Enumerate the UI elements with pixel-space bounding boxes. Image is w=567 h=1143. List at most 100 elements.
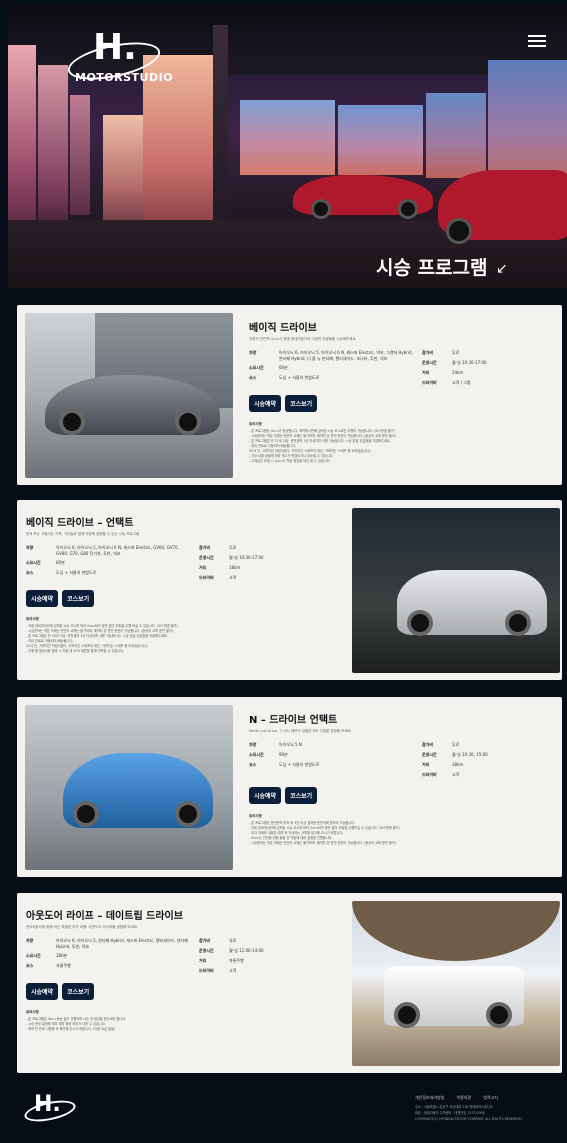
label-course: 코스	[249, 375, 257, 380]
label-fee: 참가비	[199, 938, 211, 943]
value-distance: 38km	[452, 762, 464, 767]
label-hours: 운영시간	[422, 360, 437, 365]
value-driver: 고객	[452, 772, 460, 777]
value-course: 도심 + 서울의 한밤도로	[56, 570, 97, 575]
label-fee: 참가비	[199, 545, 211, 550]
label-car: 차량	[26, 938, 34, 943]
value-fee: 무료	[452, 350, 460, 355]
reserve-button[interactable]: 시승예약	[249, 787, 282, 804]
notice-title: 유의사항	[249, 814, 262, 818]
program-photo	[25, 313, 233, 478]
label-duration: 소요시간	[249, 752, 264, 757]
program-subtitle: 한적 또는 사람이는 가족, 가인들과 함께 차량에 집중할 수 있는 시승 프…	[26, 532, 140, 536]
notice-item: - 주행 중 응급사항 발생 시 차량 내 SOS 버튼을 통해 연락할 수 있…	[26, 649, 125, 653]
notice-title: 유의사항	[249, 422, 262, 426]
notice-list: - 본 프로그램은 Guru 동승 없이 진행되며 시승 전 점검을 받으셔야 …	[26, 1017, 326, 1032]
footer-logo[interactable]: H.	[22, 1092, 78, 1126]
notice-list: - 본 프로그램은 운전면허 취득 후 3년 이상 경과한 운전자에 한하여 가…	[249, 821, 549, 846]
logo-letter: H.	[34, 1092, 61, 1117]
footer-line: COPYRIGHT(C) HYUNDAI MOTOR COMPANY. ALL …	[415, 1117, 523, 1121]
course-view-button[interactable]: 코스보기	[285, 787, 318, 804]
label-duration: 소요시간	[26, 560, 41, 565]
hero-display-panel	[426, 93, 486, 178]
footer-link-legal[interactable]: 법적고지	[483, 1095, 498, 1101]
program-title: 베이직 드라이브	[249, 323, 317, 334]
reserve-button[interactable]: 시승예약	[26, 590, 59, 607]
value-hours: 월-일 10:30-17:00	[229, 555, 264, 560]
program-card: 아웃도어 라이프 – 데이트립 드라이브 현대자동차와 함께 하는 특별한 하루…	[17, 893, 562, 1073]
value-fee: 무료	[229, 545, 237, 550]
value-fee: 유료	[229, 938, 237, 943]
label-distance: 거리	[199, 958, 207, 963]
program-info: 베이직 드라이브 차종의 전반적 Guru가 함께 현대자동차의 다양한 차량들…	[249, 319, 549, 464]
label-distance: 거리	[199, 565, 207, 570]
car-image	[63, 753, 213, 828]
course-view-button[interactable]: 코스보기	[285, 395, 318, 412]
program-photo	[352, 508, 560, 673]
notice-item: - 고객님은 요청 시 Guru가 차량 점검을 대신 할 수 있습니다.	[249, 459, 331, 463]
program-info: 아웃도어 라이프 – 데이트립 드라이브 현대자동차와 함께 하는 특별한 하루…	[26, 907, 326, 1032]
program-info: N – 드라이브 언택트 Never just drive. 그 어느 때보다 …	[249, 711, 549, 846]
site-logo[interactable]: H. MOTORSTUDIO	[63, 27, 173, 87]
program-subtitle: Never just drive. 그 어느 때보다 강렬한 N의 주행을 경험…	[249, 729, 352, 733]
value-driver: 고객	[229, 968, 237, 973]
label-course: 코스	[26, 963, 34, 968]
label-driver: 드라이버	[199, 968, 214, 973]
label-hours: 운영시간	[422, 752, 437, 757]
footer-links: 개인정보처리방침 이용약관 법적고지	[415, 1095, 498, 1101]
hero-car	[293, 175, 433, 219]
reserve-button[interactable]: 시승예약	[26, 983, 59, 1000]
label-car: 차량	[249, 350, 257, 355]
label-duration: 소요시간	[26, 953, 41, 958]
hamburger-menu-icon[interactable]	[528, 35, 546, 47]
label-distance: 거리	[422, 762, 430, 767]
value-distance: 24km	[452, 370, 464, 375]
value-duration: 180분	[56, 953, 68, 958]
program-title: N – 드라이브 언택트	[249, 715, 338, 726]
logo-letter: H.	[93, 27, 137, 68]
value-driver: 고객	[229, 575, 237, 580]
label-hours: 운영시간	[199, 948, 214, 953]
label-distance: 거리	[422, 370, 430, 375]
label-driver: 드라이버	[199, 575, 214, 580]
notice-item: - 시승준비는 적은 차례는 빈만의 교체는 불가하며, 예약자 본 운전 준전…	[249, 841, 396, 845]
label-driver: 드라이버	[422, 772, 437, 777]
hero-display-panel	[38, 65, 68, 245]
footer-info: 주소 : 서울특별시 강남구 도산대로 718 현대모터스튜디오 대표 : 현대…	[415, 1104, 565, 1122]
value-duration: 60분	[56, 560, 65, 565]
hero-display-panel	[240, 100, 335, 175]
value-car: 아이오닉 6, 아이오닉 5, 아이오닉 6 N, 캐스퍼 Electric, …	[56, 545, 179, 556]
program-card: N – 드라이브 언택트 Never just drive. 그 어느 때보다 …	[17, 697, 562, 877]
label-car: 차량	[249, 742, 257, 747]
footer-link-terms[interactable]: 이용약관	[456, 1095, 471, 1101]
notice-item: - 예약 전 안내 사항을 꼭 확인해 주시기 바랍니다. (이용 요금 발생)	[26, 1027, 116, 1031]
value-car: 아이오닉 6, 아이오닉 5, 아이오닉 6 N, 캐스퍼 Electric, …	[279, 350, 413, 361]
label-duration: 소요시간	[249, 365, 264, 370]
notice-list: - 차량 내비게이션에 입력된 시승 코스를 따라 Guru와의 동반 없이 차…	[26, 624, 326, 654]
label-course: 코스	[26, 570, 34, 575]
hero-display-panel	[70, 95, 90, 215]
course-view-button[interactable]: 코스보기	[62, 983, 95, 1000]
footer-link-privacy[interactable]: 개인정보처리방침	[415, 1095, 444, 1101]
reserve-button[interactable]: 시승예약	[249, 395, 282, 412]
course-view-button[interactable]: 코스보기	[62, 590, 95, 607]
notice-list: - 본 프로그램은 Guru가 동승합니다. 예약하시면에 입력된 시승 코스로…	[249, 429, 549, 464]
hero-display-panel	[338, 105, 423, 175]
value-hours: 월-일 11:00-14:00	[229, 948, 264, 953]
hero-display-panel	[103, 115, 143, 235]
program-title: 아웃도어 라이프 – 데이트립 드라이브	[26, 911, 183, 922]
hero-banner: H. MOTORSTUDIO 시승 프로그램 ↙	[8, 5, 567, 288]
program-info: 베이직 드라이브 – 언택트 한적 또는 사람이는 가족, 가인들과 함께 차량…	[26, 514, 326, 654]
program-card: 베이직 드라이브 – 언택트 한적 또는 사람이는 가족, 가인들과 함께 차량…	[17, 500, 562, 680]
value-car: 아이오닉 6, 아이오닉 5, 싼타페 Hybrid, 캐스퍼 Electric…	[56, 938, 188, 949]
value-distance: 18km	[229, 565, 241, 570]
value-course: 도심 + 서울의 한밤도로	[279, 762, 320, 767]
arrow-down-left-icon: ↙	[496, 261, 508, 277]
notice-title: 유의사항	[26, 617, 39, 621]
value-driver: 고객 / 그룹	[452, 380, 471, 385]
label-course: 코스	[249, 762, 257, 767]
program-photo	[352, 901, 560, 1066]
label-driver: 드라이버	[422, 380, 437, 385]
program-photo	[25, 705, 233, 870]
label-fee: 참가비	[422, 742, 434, 747]
